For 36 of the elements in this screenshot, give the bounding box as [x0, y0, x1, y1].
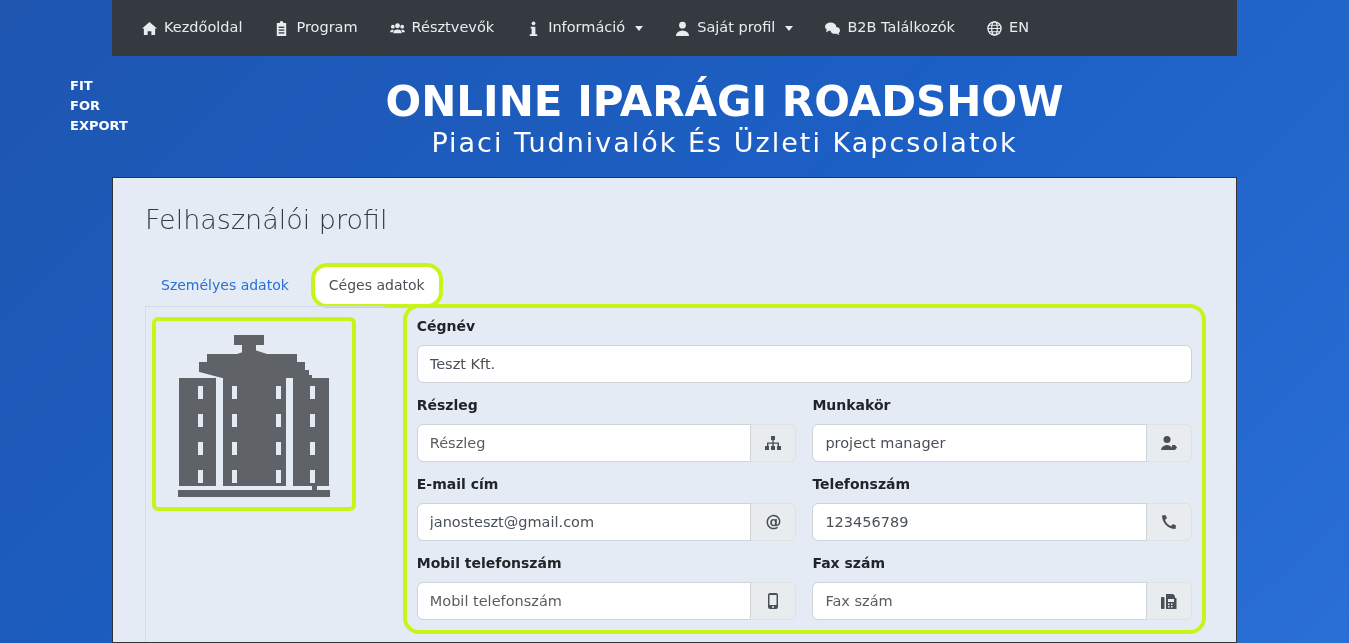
house-icon: [142, 20, 157, 36]
field-label: E-mail cím: [416, 474, 500, 494]
field-label: Mobil telefonszám: [416, 553, 563, 573]
users-icon: [389, 20, 405, 36]
banner-subtitle: Piaci Tudnivalók És Üzleti Kapcsolatok: [430, 126, 1019, 160]
field-label: Részleg: [416, 395, 479, 415]
nav-link[interactable]: Saját profil: [659, 0, 810, 56]
field-label: Cégnév: [416, 316, 477, 336]
nav-link[interactable]: B2B Találkozók: [809, 0, 972, 56]
page-title: Felhasználói profil: [145, 203, 389, 237]
chat-icon: [825, 20, 841, 36]
logo-text: FIT FOR EXPORT: [70, 77, 128, 135]
fax-icon: [1161, 592, 1177, 609]
tab[interactable]: Személyes adatok: [145, 264, 305, 306]
nav-link[interactable]: Kezdőoldal: [126, 0, 259, 56]
input-field[interactable]: Teszt Kft.: [416, 344, 1192, 383]
user-tag-icon: [1161, 434, 1177, 451]
input-field[interactable]: project manager: [812, 423, 1147, 462]
field-label: Fax szám: [812, 553, 886, 573]
field-label: Munkakör: [812, 395, 892, 415]
nav-link[interactable]: Információ: [510, 0, 660, 56]
input-field[interactable]: Részleg: [416, 423, 752, 462]
user-icon: [675, 20, 691, 36]
input-field[interactable]: 123456789: [812, 502, 1147, 541]
input-field[interactable]: Mobil telefonszám: [416, 581, 752, 620]
input-field[interactable]: Fax szám: [812, 581, 1147, 620]
tab[interactable]: Céges adatok: [312, 264, 441, 306]
at-sign-addon: @: [750, 502, 797, 541]
input-field[interactable]: janosteszt@gmail.com: [416, 502, 752, 541]
globe-icon: [987, 20, 1003, 36]
phone-icon: [1161, 513, 1177, 530]
nav-link[interactable]: EN: [971, 0, 1046, 56]
nav-link[interactable]: Program: [258, 0, 374, 56]
field-label: Telefonszám: [812, 474, 912, 494]
sitemap-icon: [765, 434, 782, 451]
nav-link[interactable]: Résztvevők: [373, 0, 511, 56]
